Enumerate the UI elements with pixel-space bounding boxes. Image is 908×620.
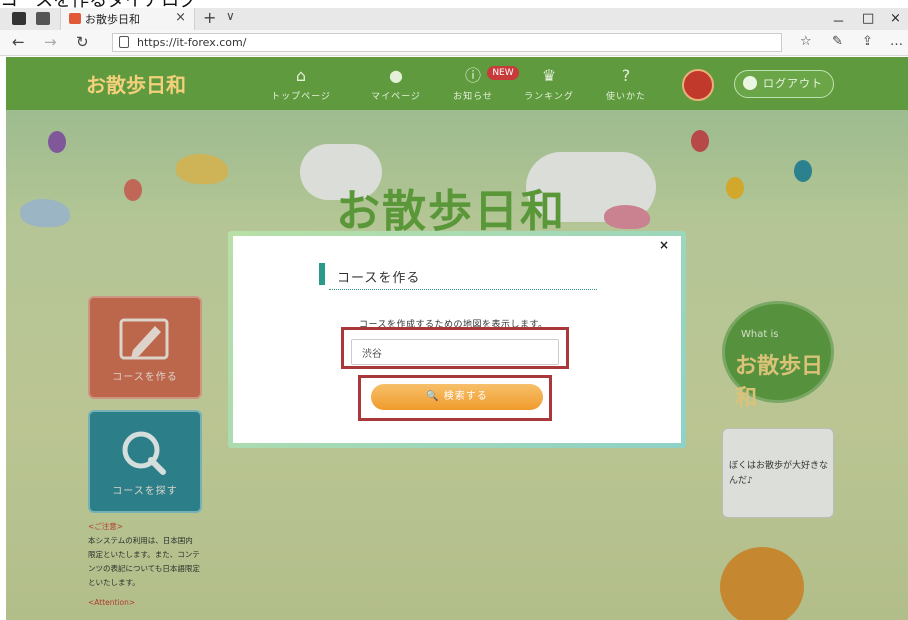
new-tab-button[interactable]: +: [203, 8, 216, 27]
favorites-icon[interactable]: ☆: [800, 34, 812, 49]
title-accent-bar: [319, 263, 325, 285]
address-url[interactable]: https://it-forex.com/: [137, 36, 246, 49]
logout-label: ログアウト: [763, 77, 823, 90]
browser-tab-bar: お散歩日和 × + ∨ － □ ×: [0, 8, 908, 30]
nav-label: ランキング: [524, 92, 574, 102]
location-search-input[interactable]: [351, 339, 559, 365]
create-course-dialog: × コースを作る コースを作成するための地図を表示します。 🔍 検索する: [228, 231, 686, 448]
lock-icon: [119, 36, 129, 48]
crown-icon: ♛: [541, 66, 557, 85]
more-icon[interactable]: …: [890, 34, 903, 49]
site-logo[interactable]: お散歩日和: [86, 69, 186, 98]
share-icon[interactable]: ⇪: [862, 34, 873, 49]
nav-label: 使いかた: [605, 92, 646, 102]
close-icon[interactable]: ×: [659, 238, 669, 252]
nav-label: マイページ: [371, 92, 421, 102]
home-icon: ⌂: [295, 66, 307, 85]
nav-label: トップページ: [271, 92, 331, 102]
screenshot-caption: コースを作るダイアログ: [0, 0, 197, 8]
user-icon: ●: [389, 66, 403, 85]
nav-how-to[interactable]: ? 使いかた: [586, 66, 666, 103]
title-underline: [329, 289, 597, 290]
refresh-button[interactable]: ↻: [76, 33, 89, 51]
site-favicon-icon: [69, 13, 81, 24]
site-header: お散歩日和 ⌂ トップページ ● マイページ ⓘ お知らせ NEW ♛ ランキン…: [6, 57, 908, 110]
tab-preview-icon[interactable]: [36, 12, 50, 25]
window-menu-icon[interactable]: [12, 12, 26, 25]
notes-icon[interactable]: ✎: [832, 34, 843, 49]
nav-ranking[interactable]: ♛ ランキング: [509, 66, 589, 103]
address-bar[interactable]: https://it-forex.com/: [112, 33, 782, 52]
forward-button[interactable]: →: [44, 33, 57, 51]
avatar[interactable]: [682, 69, 714, 101]
nav-label: お知らせ: [453, 92, 493, 102]
minimize-button[interactable]: －: [832, 11, 845, 30]
back-button[interactable]: ←: [12, 33, 25, 51]
tab-list-chevron-icon[interactable]: ∨: [226, 9, 235, 23]
search-button[interactable]: 🔍 検索する: [371, 384, 543, 410]
lock-icon: [743, 76, 757, 90]
close-window-button[interactable]: ×: [890, 11, 901, 26]
nav-top-page[interactable]: ⌂ トップページ: [261, 66, 341, 103]
help-icon: ?: [621, 66, 631, 85]
maximize-button[interactable]: □: [862, 11, 874, 26]
dialog-body: × コースを作る コースを作成するための地図を表示します。 🔍 検索する: [233, 236, 681, 443]
tab-close-icon[interactable]: ×: [175, 10, 186, 25]
tab-title: お散歩日和: [85, 13, 140, 26]
browser-tab[interactable]: お散歩日和 ×: [60, 8, 195, 30]
logout-button[interactable]: ログアウト: [734, 70, 834, 98]
dialog-title: コースを作る: [337, 271, 421, 286]
nav-my-page[interactable]: ● マイページ: [356, 66, 436, 103]
dialog-description: コースを作成するための地図を表示します。: [359, 320, 548, 330]
browser-toolbar: ← → ↻ https://it-forex.com/ ☆ ✎ ⇪ …: [0, 30, 908, 56]
web-page: お散歩日和 ⌂ トップページ ● マイページ ⓘ お知らせ NEW ♛ ランキン…: [6, 57, 908, 620]
